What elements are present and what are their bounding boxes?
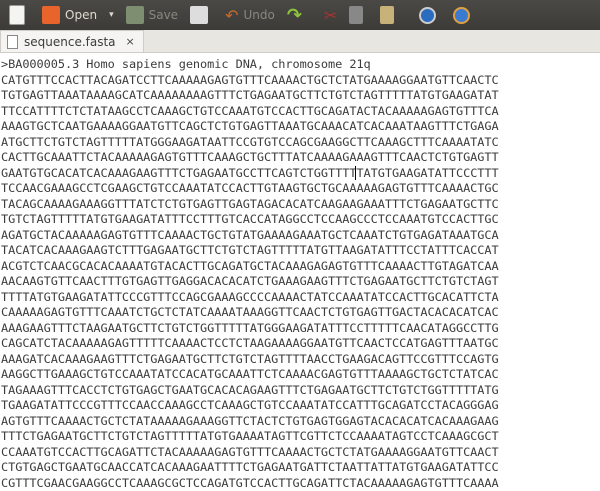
redo-button[interactable]: ↷	[282, 2, 307, 28]
undo-button[interactable]: ↶ Undo	[220, 2, 280, 28]
copy-icon	[349, 6, 363, 24]
sequence-line: TACAGCAAAAGAAAGGTTTATCTCTGTGAGTTGAGTAGAC…	[1, 197, 600, 213]
save-button[interactable]: Save	[121, 2, 183, 28]
undo-label: Undo	[243, 8, 274, 22]
sequence-line: CAAAAAGAGTGTTTCAAATCTGCTCTATCAAAATAAAGGT…	[1, 305, 600, 321]
paste-button[interactable]	[375, 2, 404, 28]
text-editor[interactable]: >BA000005.3 Homo sapiens genomic DNA, ch…	[0, 53, 600, 491]
cut-button[interactable]: ✂	[319, 2, 342, 28]
copy-button[interactable]	[344, 2, 373, 28]
sequence-line: TTCCATTTTCTCTATAAGCCTCAAAGCTGTCCAAATGTCC…	[1, 104, 600, 120]
sequence-line: TCCAACGAAAGCCTCGAAGCTGTCCAAATATCCACTTGTA…	[1, 181, 600, 197]
tab-sequence-fasta[interactable]: sequence.fasta ×	[0, 30, 144, 52]
save-label: Save	[149, 8, 178, 22]
undo-icon: ↶	[225, 6, 238, 25]
sequence-line: AAGGCTTGAAAGCTGTCCAAATATCCACATGCAAATTCTC…	[1, 367, 600, 383]
sequence-line: AAAGAAGTTTCTAAGAATGCTTCTGTCTGGTTTTTATGGG…	[1, 321, 600, 337]
sequence-line: CCAAATGTCCACTTGCAGATTCTACAAAAAGAGTGTTTCA…	[1, 445, 600, 461]
new-document-button[interactable]	[4, 2, 35, 28]
save-icon	[126, 6, 144, 24]
find-button[interactable]	[414, 2, 446, 28]
open-button[interactable]: Open	[37, 2, 102, 28]
sequence-line: ACGTCTCAACGCACACAAAATGTACACTTGCAGATGCTAC…	[1, 259, 600, 275]
printer-icon	[190, 6, 208, 24]
sequence-line: GAATGTGCACATCACAAAGAAGTTTCTGAGAATGCCTTCA…	[1, 166, 600, 182]
sequence-line: TGTCTAGTTTTTATGTGAAGATATTTCCTTTGTCACCATA…	[1, 212, 600, 228]
folder-icon	[42, 6, 60, 24]
sequence-line: AACAAGTGTTCAACTTTGTGAGTTGAGGACACACATCTGA…	[1, 274, 600, 290]
sequence-line: AGATGCTACAAAAAGAGTGTTTCAAAACTGCTGTATGAAA…	[1, 228, 600, 244]
sequence-line: TACATCACAAAGAAGTCTTTGAGAATGCTTCTGTCTAGTT…	[1, 243, 600, 259]
find-replace-icon	[453, 7, 470, 24]
sequence-line: CTGTGAGCTGAATGCAACCATCACAAAGAATTTTCTGAGA…	[1, 460, 600, 476]
sequence-line: TGAAGATATTCCCGTTTCCAACCAAAGCCTCAAAGCTGTC…	[1, 398, 600, 414]
sequence-line: CGTTTCGAACGAAGGCCTCAAAGCGCTCCAGATGTCCACT…	[1, 476, 600, 491]
sequence-line: TTTTATGTGAAGATATTCCCGTTTCCAGCGAAAGCCCCAA…	[1, 290, 600, 306]
sequence-line: AAAGTGCTCAATGAAAAGGAATGTTCAGCTCTGTGAGTTA…	[1, 119, 600, 135]
text-cursor: TATGTGAAGATATTCCCTTT	[355, 166, 498, 180]
sequence-line: AAAGATCACAAAGAAGTTTCTGAGAATGCTTCTGTCTAGT…	[1, 352, 600, 368]
sequence-line: TAGAAAGTTTCACCTCTGTGAGCTGAATGCACACAGAAGT…	[1, 383, 600, 399]
open-label: Open	[65, 8, 97, 22]
sequence-line: TGTGAGTTAAATAAAAGCATCAAAAAAAAGTTTCTGAGAA…	[1, 88, 600, 104]
sequence-line: TTTCTGAGAATGCTTCTGTCTAGTTTTTATGTGAAAATAG…	[1, 429, 600, 445]
close-tab-icon[interactable]: ×	[126, 35, 135, 48]
sequence-line: AGTGTTTCAAAACTGCTCTATAAAAAGAAAGGTTCTACTC…	[1, 414, 600, 430]
document-icon	[7, 35, 18, 49]
new-document-icon	[9, 5, 25, 25]
sequence-line: CATGTTTCCACTTACAGATCCTTCAAAAAGAGTGTTTCAA…	[1, 73, 600, 89]
open-dropdown-button[interactable]: ▾	[104, 2, 119, 28]
scissors-icon: ✂	[324, 6, 337, 25]
redo-icon: ↷	[287, 5, 302, 26]
tab-bar: sequence.fasta ×	[0, 30, 600, 53]
sequence-line: CACTTGCAAATTCTACAAAAAGAGTGTTTCAAAGCTGCTT…	[1, 150, 600, 166]
paste-icon	[380, 6, 394, 24]
sequence-line: CAGCATCTACAAAAAGAGTTTTTCAAAACTCCTCTAAGAA…	[1, 336, 600, 352]
print-button[interactable]	[185, 2, 218, 28]
toolbar: Open ▾ Save ↶ Undo ↷ ✂	[0, 0, 600, 30]
tab-title: sequence.fasta	[24, 35, 116, 49]
find-replace-button[interactable]	[448, 2, 480, 28]
fasta-header-line: >BA000005.3 Homo sapiens genomic DNA, ch…	[1, 57, 600, 73]
search-icon	[419, 7, 436, 24]
sequence-line: ATGCTTCTGTCTAGTTTTTATGGGAAGATAATTCCGTGTC…	[1, 135, 600, 151]
